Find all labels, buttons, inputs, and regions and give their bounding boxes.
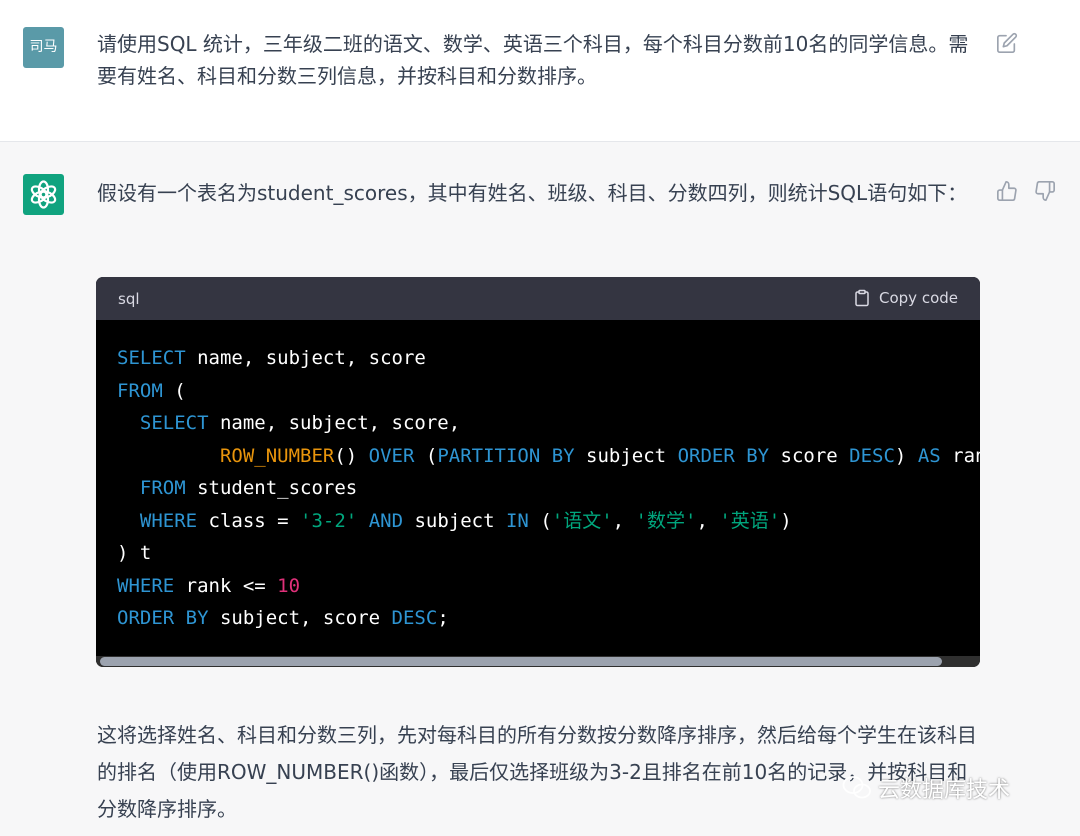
- code-token: subject: [574, 444, 678, 467]
- code-token: (: [414, 444, 438, 467]
- code-block: sql Copy code SELECT name, subject, scor…: [96, 277, 980, 667]
- code-token: score: [769, 444, 850, 467]
- code-token: '语文': [551, 509, 613, 532]
- edit-icon[interactable]: [996, 32, 1018, 54]
- code-token: ) t: [117, 542, 152, 564]
- code-line: SELECT name, subject, score,: [117, 407, 980, 440]
- thumbs-up-icon[interactable]: [996, 180, 1018, 202]
- wechat-icon: [842, 776, 871, 799]
- code-token: '3-2': [300, 509, 358, 532]
- code-token: PARTITION BY: [437, 444, 575, 467]
- code-line: ) t: [117, 537, 980, 570]
- user-message-text: 请使用SQL 统计，三年级二班的语文、数学、英语三个科目，每个科目分数前10名的…: [97, 32, 969, 88]
- code-line: WHERE rank <= 10: [117, 570, 980, 603]
- code-token: subject: [403, 509, 506, 532]
- code-language-label: sql: [118, 290, 140, 308]
- assistant-message: 假设有一个表名为student_scores，其中有姓名、班级、科目、分数四列，…: [0, 142, 1080, 836]
- code-token: ): [894, 444, 918, 467]
- code-line: SELECT name, subject, score: [117, 342, 980, 375]
- code-token: ,: [696, 509, 720, 532]
- code-token: AS: [917, 444, 941, 467]
- code-token: AND: [368, 509, 404, 532]
- scrollbar-thumb[interactable]: [100, 657, 942, 666]
- code-line: ORDER BY subject, score DESC;: [117, 602, 980, 635]
- code-token: FROM: [117, 379, 163, 402]
- user-message: 司马 请使用SQL 统计，三年级二班的语文、数学、英语三个科目，每个科目分数前1…: [0, 0, 1080, 142]
- code-line: FROM (: [117, 375, 980, 408]
- thumbs-down-icon[interactable]: [1034, 180, 1056, 202]
- code-token: (: [528, 509, 552, 532]
- openai-logo-icon: [23, 174, 64, 215]
- code-token: SELECT: [117, 347, 186, 369]
- horizontal-scrollbar[interactable]: [96, 656, 980, 667]
- code-token: SELECT: [139, 412, 209, 434]
- code-content: SELECT name, subject, score FROM ( SELECT…: [96, 320, 980, 667]
- copy-code-button[interactable]: Copy code: [853, 289, 958, 307]
- code-token: (): [334, 444, 369, 467]
- clipboard-icon: [855, 289, 869, 307]
- code-token: ,: [612, 509, 636, 532]
- code-header: sql Copy code: [96, 277, 980, 320]
- code-line: ROW_NUMBER() OVER (PARTITION BY subject …: [117, 440, 980, 473]
- code-token: WHERE: [117, 574, 175, 597]
- code-token: student_scores: [185, 477, 358, 499]
- watermark-text: 云数据库技术: [878, 778, 1011, 803]
- code-token: rank: [952, 444, 980, 467]
- code-token: (: [162, 379, 186, 402]
- copy-code-label: Copy code: [879, 289, 958, 307]
- code-token: DESC: [391, 607, 438, 629]
- code-token: ORDER BY: [117, 607, 209, 629]
- code-token: WHERE: [139, 509, 198, 532]
- code-token: class =: [197, 509, 301, 532]
- assistant-intro-text: 假设有一个表名为student_scores，其中有姓名、班级、科目、分数四列，…: [97, 181, 968, 205]
- code-token: 10: [277, 574, 301, 597]
- code-token: '英语': [719, 509, 781, 532]
- watermark: 云数据库技术: [842, 772, 1010, 804]
- code-token: name, subject, score,: [208, 412, 461, 434]
- code-token: ): [780, 509, 792, 532]
- code-token: ROW_NUMBER: [219, 444, 335, 467]
- code-token: ;: [437, 607, 449, 629]
- user-avatar: 司马: [23, 27, 64, 68]
- code-token: OVER: [368, 444, 415, 467]
- code-token: ORDER BY: [677, 444, 770, 467]
- code-token: name, subject, score: [185, 347, 426, 369]
- code-line: WHERE class = '3-2' AND subject IN ('语文'…: [117, 505, 980, 538]
- code-token: rank <=: [174, 574, 278, 597]
- code-token: subject, score: [208, 607, 392, 629]
- code-token: IN: [505, 509, 529, 532]
- code-token: DESC: [849, 444, 895, 467]
- code-token: FROM: [139, 477, 186, 499]
- code-token: '数学': [635, 509, 697, 532]
- code-line: FROM student_scores: [117, 472, 980, 505]
